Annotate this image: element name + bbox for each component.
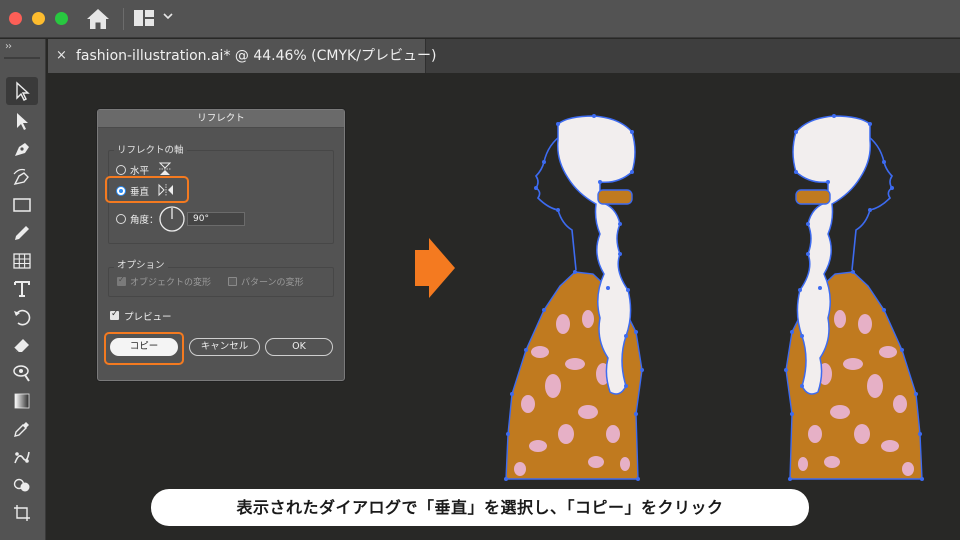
document-tab-bar: × fashion-illustration.ai* @ 44.46% (CMY… [48, 39, 960, 73]
pen-tool-icon[interactable] [6, 135, 38, 163]
angle-radio[interactable] [116, 214, 126, 224]
workspace-layout-icon[interactable] [133, 9, 155, 27]
options-group-label: オプション [114, 257, 168, 271]
tab-title: fashion-illustration.ai* @ 44.46% (CMYK/… [76, 48, 437, 64]
rotate-tool-icon[interactable] [6, 303, 38, 331]
horizontal-radio[interactable] [116, 165, 126, 175]
pencil-tool-icon[interactable] [6, 219, 38, 247]
eyedropper-tool-icon[interactable] [6, 415, 38, 443]
direct-selection-tool-icon[interactable] [6, 107, 38, 135]
right-arrow-icon [415, 238, 455, 298]
toolbar-separator [123, 8, 124, 30]
puppet-warp-tool-icon[interactable] [6, 443, 38, 471]
rectangle-tool-icon[interactable] [6, 191, 38, 219]
close-tab-icon[interactable]: × [56, 39, 67, 73]
collapse-panel-icon[interactable]: ›› [5, 41, 12, 52]
gradient-tool-icon[interactable] [6, 387, 38, 415]
tab-document[interactable]: × fashion-illustration.ai* @ 44.46% (CMY… [48, 39, 436, 73]
panel-divider [4, 57, 40, 59]
grid-tool-icon[interactable] [6, 247, 38, 275]
preview-label: プレビュー [124, 312, 172, 323]
angle-dial[interactable] [158, 205, 186, 233]
angle-label: 角度： [130, 215, 159, 226]
curvature-tool-icon[interactable] [6, 163, 38, 191]
minimize-window-button[interactable] [32, 12, 45, 25]
angle-input[interactable]: 90° [187, 212, 245, 226]
transform-objects-label: オブジェクトの変形 [130, 278, 212, 288]
eraser-tool-icon[interactable] [6, 331, 38, 359]
original-figure [504, 114, 644, 481]
zoom-tool-icon[interactable] [6, 359, 38, 387]
artboard-tool-icon[interactable] [6, 499, 38, 527]
shape-builder-tool-icon[interactable] [6, 471, 38, 499]
dialog-title: リフレクト [98, 110, 344, 128]
zoom-window-button[interactable] [55, 12, 68, 25]
transform-patterns-checkbox[interactable] [228, 277, 237, 286]
app-title-bar [0, 0, 960, 38]
reflect-horizontal-icon [158, 162, 172, 175]
instruction-caption: 表示されたダイアログで「垂直」を選択し、「コピー」をクリック [151, 489, 809, 526]
reflected-figure [784, 114, 924, 481]
axis-group-label: リフレクトの軸 [114, 142, 187, 156]
vertical-option-highlight [105, 176, 189, 203]
chevron-down-icon[interactable] [162, 10, 174, 22]
copy-button-highlight [104, 332, 184, 365]
transform-patterns-label: パターンの変形 [241, 278, 304, 288]
tools-panel: ›› [0, 39, 46, 540]
close-window-button[interactable] [9, 12, 22, 25]
home-icon[interactable] [86, 8, 110, 30]
ok-button[interactable]: OK [265, 338, 333, 356]
transform-objects-checkbox[interactable] [117, 275, 126, 286]
horizontal-label: 水平 [130, 166, 150, 177]
preview-checkbox[interactable] [110, 309, 119, 320]
selection-tool-icon[interactable] [6, 77, 38, 105]
type-tool-icon[interactable] [6, 275, 38, 303]
cancel-button[interactable]: キャンセル [189, 338, 260, 356]
